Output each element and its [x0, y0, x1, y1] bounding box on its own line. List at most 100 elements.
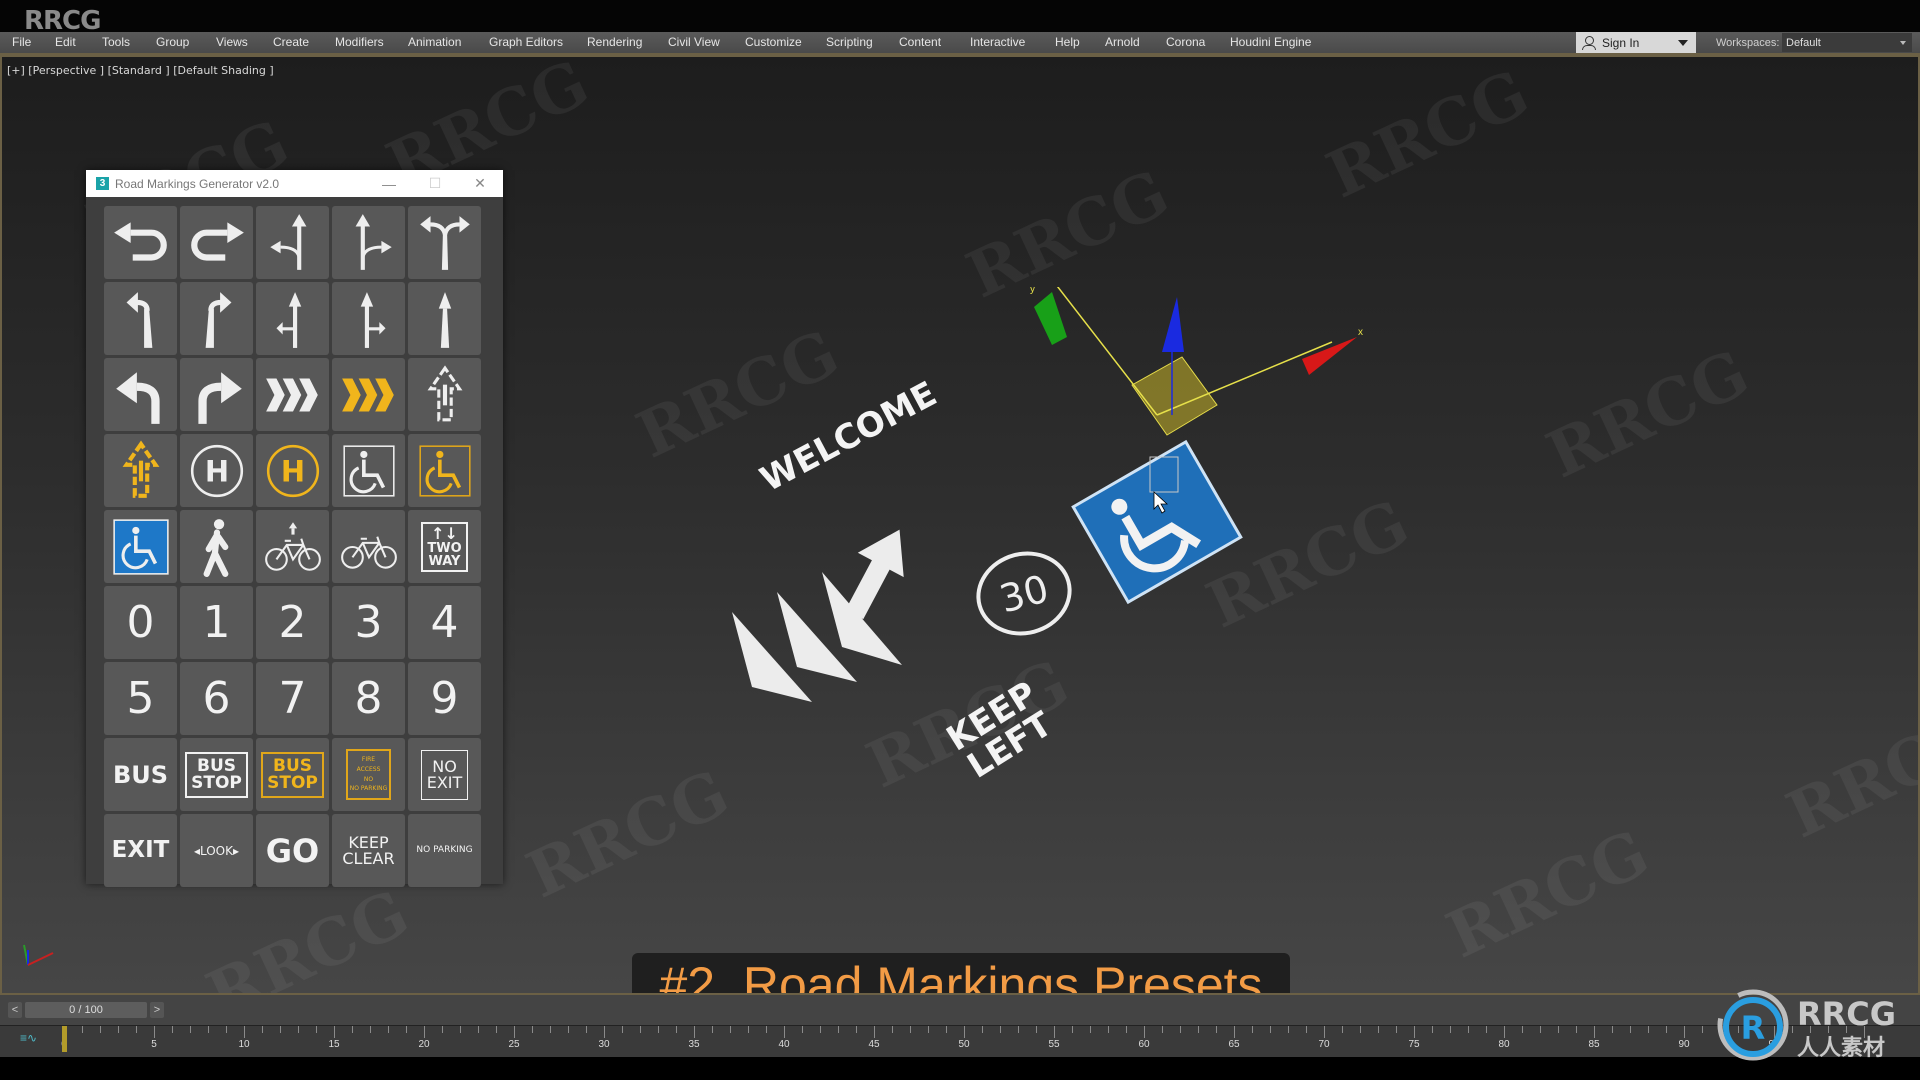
preset-straight-left-small[interactable] [256, 282, 329, 355]
menu-modifiers[interactable]: Modifiers [335, 35, 384, 49]
menu-animation[interactable]: Animation [408, 35, 461, 49]
preset-number-3[interactable]: 3 [332, 586, 405, 659]
timeline-tick [1288, 1026, 1289, 1033]
preset-helipad-white[interactable]: H [180, 434, 253, 507]
preset-dashed-arrow-white[interactable] [408, 358, 481, 431]
look-label: ◂LOOK▸ [193, 843, 240, 858]
preset-chevrons-yellow[interactable] [332, 358, 405, 431]
menu-graph-editors[interactable]: Graph Editors [489, 35, 563, 49]
preset-number-9[interactable]: 9 [408, 662, 481, 735]
sign-in-button[interactable]: Sign In [1576, 32, 1696, 53]
minimize-button[interactable]: — [366, 170, 412, 197]
preset-curve-left[interactable] [104, 358, 177, 431]
curve-editor-icon[interactable]: ≡∿ [20, 1031, 37, 1045]
menu-rendering[interactable]: Rendering [587, 35, 642, 49]
timeline-ticks: 05101520253035404550556065707580859095 [61, 1026, 1865, 1058]
timeline-tick [1576, 1026, 1577, 1033]
preset-number-4[interactable]: 4 [408, 586, 481, 659]
preset-pedestrian[interactable] [180, 510, 253, 583]
preset-keep-clear[interactable]: KEEP CLEAR [332, 814, 405, 887]
preset-bicycle[interactable] [332, 510, 405, 583]
preset-turn-left[interactable] [104, 282, 177, 355]
timeline-tick-label: 65 [1228, 1039, 1240, 1050]
previous-frame-button[interactable]: < [8, 1002, 22, 1018]
menu-houdini-engine[interactable]: Houdini Engine [1230, 35, 1311, 49]
preset-bus[interactable]: BUS [104, 738, 177, 811]
menu-corona[interactable]: Corona [1166, 35, 1205, 49]
preset-number-2[interactable]: 2 [256, 586, 329, 659]
preset-number-8[interactable]: 8 [332, 662, 405, 735]
preset-fire-access[interactable]: FIRE ACCESS NO NO PARKING [332, 738, 405, 811]
menu-create[interactable]: Create [273, 35, 309, 49]
preset-accessible-white[interactable] [332, 434, 405, 507]
preset-look[interactable]: ◂LOOK▸ [180, 814, 253, 887]
preset-left-or-right[interactable] [408, 206, 481, 279]
preset-bus-stop-white[interactable]: BUS STOP [180, 738, 253, 811]
two-way-marking: ↑↓ TWO WAY [421, 521, 468, 572]
bus-stop-line: STOP [267, 772, 318, 793]
preset-straight-right-small[interactable] [332, 282, 405, 355]
watermark: RRCG [1536, 335, 1760, 494]
preset-number-5[interactable]: 5 [104, 662, 177, 735]
selected-object-with-gizmo[interactable]: y x [1012, 287, 1392, 617]
current-frame-marker[interactable] [62, 1026, 67, 1052]
two-way-line: WAY [428, 553, 461, 569]
preset-no-exit[interactable]: NO EXIT [408, 738, 481, 811]
preset-number-7[interactable]: 7 [256, 662, 329, 735]
preset-straight-or-right[interactable] [332, 206, 405, 279]
preset-dashed-arrow-yellow[interactable] [104, 434, 177, 507]
menu-arnold[interactable]: Arnold [1105, 35, 1140, 49]
preset-exit[interactable]: EXIT [104, 814, 177, 887]
menu-help[interactable]: Help [1055, 35, 1080, 49]
menu-edit[interactable]: Edit [55, 35, 76, 49]
preset-bus-stop-yellow[interactable]: BUS STOP [256, 738, 329, 811]
window-title-bar[interactable]: 3 Road Markings Generator v2.0 — ☐ ✕ [86, 170, 503, 197]
menu-interactive[interactable]: Interactive [970, 35, 1025, 49]
timeline-tick-label: 35 [688, 1039, 700, 1050]
preset-number-1[interactable]: 1 [180, 586, 253, 659]
menu-views[interactable]: Views [216, 35, 248, 49]
workspaces-dropdown[interactable]: Default [1782, 33, 1912, 52]
preset-straight-or-left[interactable] [256, 206, 329, 279]
preset-bicycle-arrow[interactable] [256, 510, 329, 583]
menu-file[interactable]: File [12, 35, 31, 49]
preset-helipad-yellow[interactable]: H [256, 434, 329, 507]
timeline-tick [370, 1026, 371, 1033]
timeline-tick [1630, 1026, 1631, 1033]
preset-u-turn-right[interactable] [180, 206, 253, 279]
preset-accessible-yellow[interactable] [408, 434, 481, 507]
menu-customize[interactable]: Customize [745, 35, 802, 49]
timeline-tick [316, 1026, 317, 1033]
menu-tools[interactable]: Tools [102, 35, 130, 49]
menu-content[interactable]: Content [899, 35, 941, 49]
time-slider-handle[interactable]: 0 / 100 [25, 1002, 147, 1018]
scene-markings-arrow-and-teeth[interactable] [722, 497, 942, 757]
maximize-button[interactable]: ☐ [412, 170, 458, 197]
next-frame-button[interactable]: > [150, 1002, 164, 1018]
track-bar[interactable]: 05101520253035404550556065707580859095 [0, 1025, 1920, 1058]
timeline-tick-label: 85 [1588, 1039, 1600, 1050]
accessible-blue-marking [1071, 439, 1243, 605]
preset-turn-right[interactable] [180, 282, 253, 355]
keep-left-marking[interactable]: KEEP LEFT [940, 674, 1060, 787]
close-button[interactable]: ✕ [457, 170, 503, 197]
preset-number-0[interactable]: 0 [104, 586, 177, 659]
welcome-marking[interactable]: WELCOME [754, 374, 943, 500]
viewport-label[interactable]: [+] [Perspective ] [Standard ] [Default … [7, 64, 274, 77]
fire-access-line: ACCESS [356, 765, 381, 773]
preset-accessible-blue[interactable] [104, 510, 177, 583]
menu-civil-view[interactable]: Civil View [668, 35, 720, 49]
menu-group[interactable]: Group [156, 35, 189, 49]
preset-u-turn-left[interactable] [104, 206, 177, 279]
menu-scripting[interactable]: Scripting [826, 35, 873, 49]
preset-go[interactable]: GO [256, 814, 329, 887]
logo-cn-text: 人人素材 [1797, 1035, 1885, 1061]
preset-straight[interactable] [408, 282, 481, 355]
timeline-tick [496, 1026, 497, 1033]
preset-two-way[interactable]: ↑↓ TWO WAY [408, 510, 481, 583]
number-label: 4 [430, 597, 459, 648]
preset-no-parking[interactable]: NO PARKING [408, 814, 481, 887]
preset-curve-right[interactable] [180, 358, 253, 431]
preset-chevrons-white[interactable] [256, 358, 329, 431]
preset-number-6[interactable]: 6 [180, 662, 253, 735]
